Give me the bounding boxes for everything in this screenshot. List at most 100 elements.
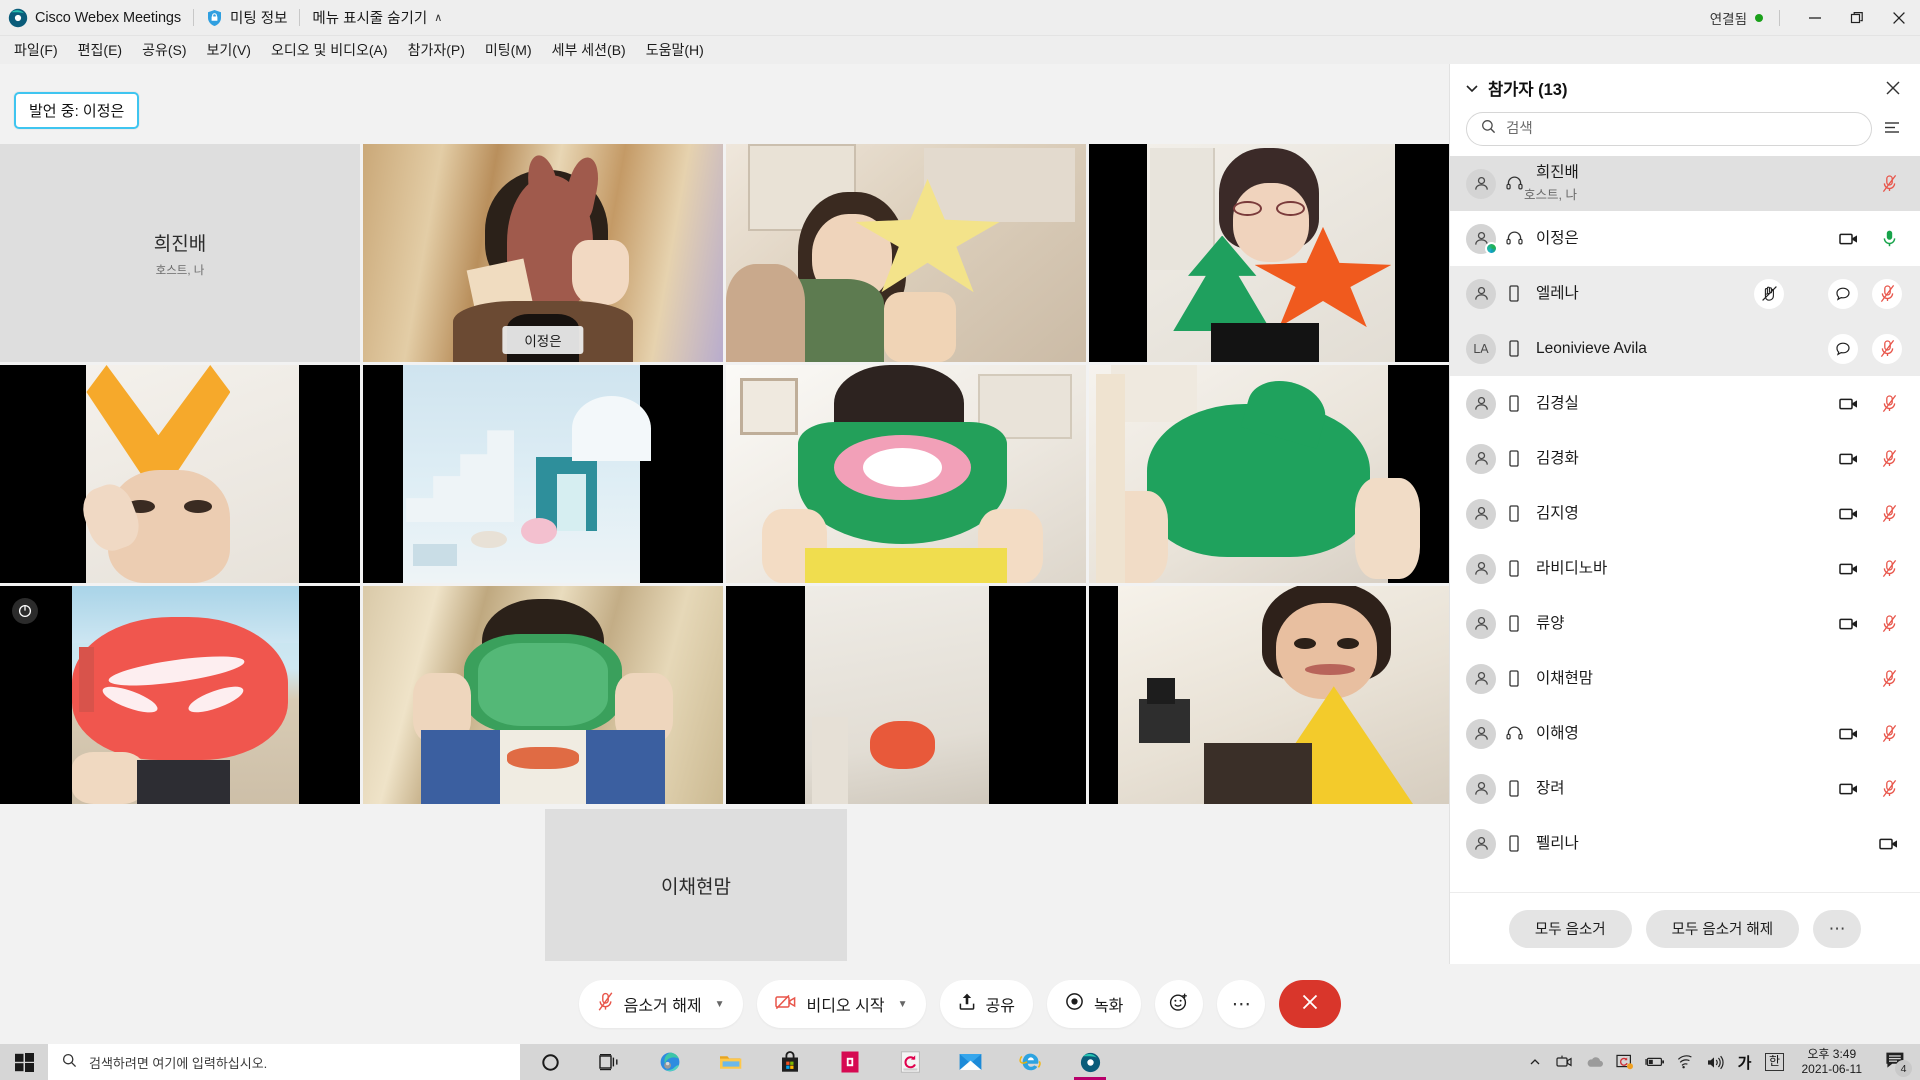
mic-muted-icon[interactable] [1876,779,1902,798]
video-tile-8[interactable] [1089,365,1449,583]
maximize-button[interactable] [1836,0,1878,36]
more-options-button[interactable]: ⋯ [1217,980,1266,1028]
chevron-down-icon[interactable]: ▼ [898,999,908,1010]
video-tile-10[interactable] [363,586,723,804]
participant-row-8[interactable]: 라비디노바 [1450,541,1920,596]
cortana-icon[interactable] [520,1044,580,1080]
participant-row-host[interactable]: 희진배 호스트, 나 [1450,156,1920,211]
wifi-icon[interactable] [1670,1044,1700,1080]
menu-audio-video[interactable]: 오디오 및 비디오(A) [261,37,398,63]
battery-icon[interactable] [1640,1044,1670,1080]
video-tile-7[interactable] [726,365,1086,583]
menu-breakout[interactable]: 세부 세션(B) [542,37,636,63]
participant-row-12[interactable]: 장려 [1450,761,1920,816]
mic-muted-icon[interactable] [1872,278,1902,309]
mic-muted-icon[interactable] [1876,669,1902,688]
action-center-button[interactable]: 4 [1874,1044,1916,1080]
video-tile-9[interactable] [0,586,360,804]
taskbar-search-box[interactable]: 검색하려면 여기에 입력하십시오. [48,1044,520,1080]
sync-icon[interactable] [880,1044,940,1080]
participant-row-13[interactable]: 펠리나 [1450,816,1920,871]
search-box[interactable] [1466,112,1872,146]
webex-icon[interactable] [1060,1044,1120,1080]
camera-icon[interactable] [1836,727,1862,741]
task-view-icon[interactable] [580,1044,640,1080]
participants-list[interactable]: 희진배 호스트, 나 이정은 엘레나 LA Leonivieve Avila 김… [1450,156,1920,892]
mic-muted-icon[interactable] [1876,174,1902,193]
camera-icon[interactable] [1836,232,1862,246]
lower-hand-icon[interactable] [1754,278,1784,309]
participant-row-5[interactable]: 김경실 [1450,376,1920,431]
menu-file[interactable]: 파일(F) [4,37,68,63]
close-panel-icon[interactable] [1882,77,1904,99]
mic-muted-icon[interactable] [1876,614,1902,633]
camera-icon[interactable] [1836,782,1862,796]
unmute-button[interactable]: 음소거 해제 ▼ [578,980,743,1028]
display-sync-icon[interactable] [1610,1044,1640,1080]
file-explorer-icon[interactable] [700,1044,760,1080]
video-tile-host[interactable]: 희진배 호스트, 나 [0,144,360,362]
participant-row-9[interactable]: 류양 [1450,596,1920,651]
tile-mute-badge[interactable] [12,598,38,624]
unmute-all-button[interactable]: 모두 음소거 해제 [1645,909,1800,948]
ime-korean-icon[interactable]: 한 [1760,1044,1790,1080]
menu-share[interactable]: 공유(S) [132,37,196,63]
video-tile-3[interactable] [726,144,1086,362]
show-hidden-icons-icon[interactable] [1520,1044,1550,1080]
camera-icon[interactable] [1836,397,1862,411]
video-tile-4[interactable] [1089,144,1449,362]
close-button[interactable] [1878,0,1920,36]
camera-icon[interactable] [1836,507,1862,521]
minimize-button[interactable] [1794,0,1836,36]
meeting-info-button[interactable]: 미팅 정보 [206,7,287,28]
camera-icon[interactable] [1836,562,1862,576]
edge-icon[interactable] [640,1044,700,1080]
video-tile-11[interactable] [726,586,1086,804]
video-tile-6[interactable] [363,365,723,583]
chevron-down-icon[interactable] [1464,80,1480,96]
camera-icon[interactable] [1876,837,1902,851]
record-button[interactable]: 녹화 [1046,980,1142,1028]
menu-edit[interactable]: 편집(E) [68,37,132,63]
chat-icon[interactable] [1828,278,1858,309]
menu-help[interactable]: 도움말(H) [636,37,714,63]
office-icon[interactable] [820,1044,880,1080]
camera-icon[interactable] [1836,452,1862,466]
chat-icon[interactable] [1828,333,1858,364]
mail-icon[interactable] [940,1044,1000,1080]
end-meeting-button[interactable] [1279,980,1342,1028]
menu-meeting[interactable]: 미팅(M) [475,37,542,63]
internet-explorer-icon[interactable] [1000,1044,1060,1080]
menu-view[interactable]: 보기(V) [197,37,261,63]
menu-participant[interactable]: 참가자(P) [398,37,475,63]
mic-muted-icon[interactable] [1876,724,1902,743]
start-video-button[interactable]: 비디오 시작 ▼ [756,980,926,1028]
camera-icon[interactable] [1836,617,1862,631]
participant-row-10[interactable]: 이채현맘 [1450,651,1920,706]
ime-mode-icon[interactable]: 가 [1730,1044,1760,1080]
windows-start-icon[interactable] [0,1044,48,1080]
volume-icon[interactable] [1700,1044,1730,1080]
webcam-icon[interactable] [1550,1044,1580,1080]
video-tile-12[interactable] [1089,586,1449,804]
hide-menubar-button[interactable]: 메뉴 표시줄 숨기기 ∧ [312,7,442,28]
mic-muted-icon[interactable] [1876,559,1902,578]
reactions-button[interactable] [1155,980,1204,1028]
mic-muted-icon[interactable] [1876,449,1902,468]
share-button[interactable]: 공유 [939,980,1033,1028]
video-tile-5[interactable] [0,365,360,583]
participant-row-6[interactable]: 김경화 [1450,431,1920,486]
participant-row-4[interactable]: LA Leonivieve Avila [1450,321,1920,376]
mic-muted-icon[interactable] [1876,504,1902,523]
participant-row-2[interactable]: 이정은 [1450,211,1920,266]
search-input[interactable] [1506,121,1857,137]
panel-more-options-button[interactable]: ⋯ [1813,909,1862,948]
participant-row-3[interactable]: 엘레나 [1450,266,1920,321]
video-tile-active-speaker[interactable]: 이정은 [363,144,723,362]
sort-list-icon[interactable] [1882,118,1904,140]
participant-row-7[interactable]: 김지영 [1450,486,1920,541]
overflow-video-tile[interactable]: 이채현맘 [545,809,847,961]
mic-active-icon[interactable] [1876,229,1902,248]
participant-row-11[interactable]: 이해영 [1450,706,1920,761]
microsoft-store-icon[interactable] [760,1044,820,1080]
